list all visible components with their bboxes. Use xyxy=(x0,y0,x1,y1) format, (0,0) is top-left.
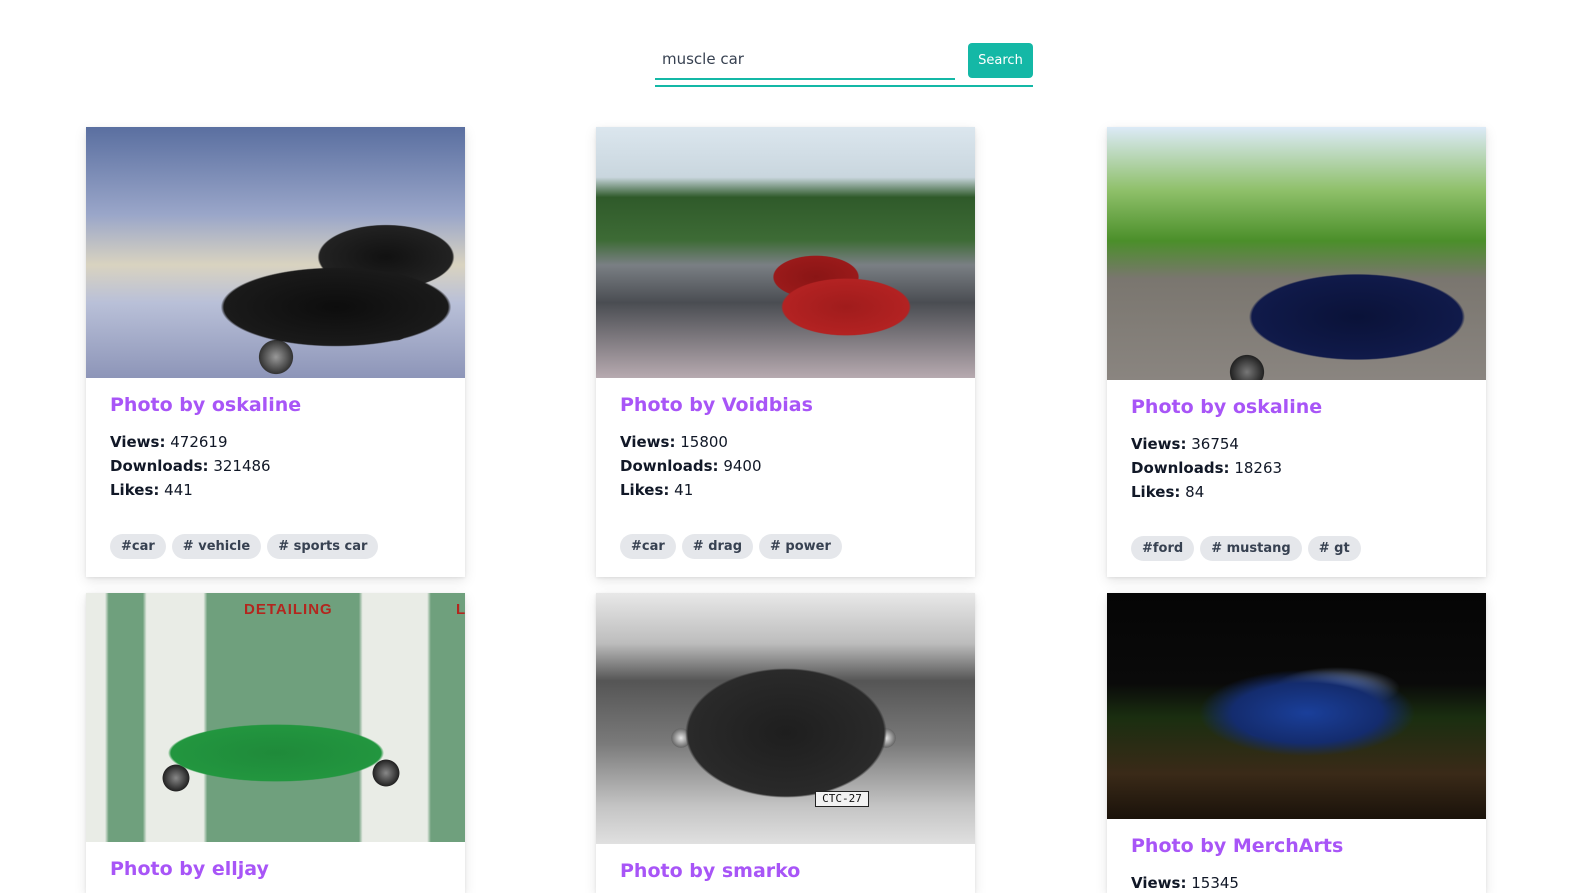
search-bar: Search xyxy=(655,40,1033,88)
card-photo[interactable] xyxy=(86,127,465,378)
downloads-value: 321486 xyxy=(213,457,271,475)
views-value: 15800 xyxy=(680,433,728,451)
card-photo[interactable]: DETAILING L xyxy=(86,593,465,842)
tag-chip[interactable]: # sports car xyxy=(267,534,379,559)
downloads-label: Downloads: xyxy=(110,457,209,475)
search-button[interactable]: Search xyxy=(968,43,1033,78)
card-photo[interactable] xyxy=(1107,127,1486,380)
photo-card[interactable]: DETAILING L Photo by elljay xyxy=(86,593,465,893)
views-label: Views: xyxy=(110,433,166,451)
tag-chip[interactable]: #ford xyxy=(1131,536,1195,561)
tag-list: #car # drag # power xyxy=(620,534,951,574)
downloads-value: 9400 xyxy=(723,457,762,475)
tag-list: #car # vehicle # sports car xyxy=(110,534,441,574)
tag-chip[interactable]: # drag xyxy=(681,534,754,559)
photo-card[interactable]: CTC-27 Photo by smarko xyxy=(596,593,975,893)
search-underline xyxy=(655,85,1033,87)
likes-value: 441 xyxy=(164,481,193,499)
search-input[interactable] xyxy=(655,40,955,80)
card-photo[interactable]: CTC-27 xyxy=(596,593,975,844)
tag-chip[interactable]: # gt xyxy=(1307,536,1361,561)
likes-stat: Likes: 84 xyxy=(1131,480,1462,504)
likes-label: Likes: xyxy=(620,481,670,499)
views-label: Views: xyxy=(620,433,676,451)
views-stat: Views: 472619 xyxy=(110,430,441,454)
views-value: 36754 xyxy=(1191,435,1239,453)
likes-value: 41 xyxy=(674,481,694,499)
photo-card[interactable]: Photo by oskaline Views: 36754 Downloads… xyxy=(1107,127,1486,577)
tag-list: #ford # mustang # gt xyxy=(1131,536,1462,576)
views-stat: Views: 15345 xyxy=(1131,871,1462,893)
likes-stat: Likes: 441 xyxy=(110,478,441,502)
downloads-label: Downloads: xyxy=(1131,459,1230,477)
card-title: Photo by oskaline xyxy=(1131,396,1323,418)
views-value: 15345 xyxy=(1191,874,1239,892)
downloads-label: Downloads: xyxy=(620,457,719,475)
photo-card[interactable]: Photo by Voidbias Views: 15800 Downloads… xyxy=(596,127,975,577)
card-title: Photo by smarko xyxy=(620,860,801,882)
views-stat: Views: 36754 xyxy=(1131,432,1462,456)
card-photo[interactable] xyxy=(596,127,975,378)
downloads-value: 18263 xyxy=(1234,459,1283,477)
tag-chip[interactable]: # vehicle xyxy=(171,534,262,559)
views-stat: Views: 15800 xyxy=(620,430,951,454)
photo-sign-text: DETAILING xyxy=(244,601,333,618)
photo-sign-text: L xyxy=(456,601,465,618)
card-title: Photo by oskaline xyxy=(110,394,302,416)
tag-chip[interactable]: # power xyxy=(759,534,842,559)
tag-chip[interactable]: #car xyxy=(620,534,676,559)
photo-card[interactable]: Photo by oskaline Views: 472619 Download… xyxy=(86,127,465,577)
tag-chip[interactable]: # mustang xyxy=(1200,536,1302,561)
views-label: Views: xyxy=(1131,435,1187,453)
tag-chip[interactable]: #car xyxy=(110,534,166,559)
likes-stat: Likes: 41 xyxy=(620,478,951,502)
card-title: Photo by Voidbias xyxy=(620,394,813,416)
views-label: Views: xyxy=(1131,874,1187,892)
downloads-stat: Downloads: 18263 xyxy=(1131,456,1462,480)
likes-value: 84 xyxy=(1185,483,1205,501)
photo-card[interactable]: Photo by MerchArts Views: 15345 xyxy=(1107,593,1486,893)
downloads-stat: Downloads: 9400 xyxy=(620,454,951,478)
license-plate: CTC-27 xyxy=(815,791,869,807)
card-photo[interactable] xyxy=(1107,593,1486,819)
downloads-stat: Downloads: 321486 xyxy=(110,454,441,478)
views-value: 472619 xyxy=(170,433,228,451)
card-title: Photo by MerchArts xyxy=(1131,835,1344,857)
likes-label: Likes: xyxy=(1131,483,1181,501)
likes-label: Likes: xyxy=(110,481,160,499)
card-title: Photo by elljay xyxy=(110,858,269,880)
